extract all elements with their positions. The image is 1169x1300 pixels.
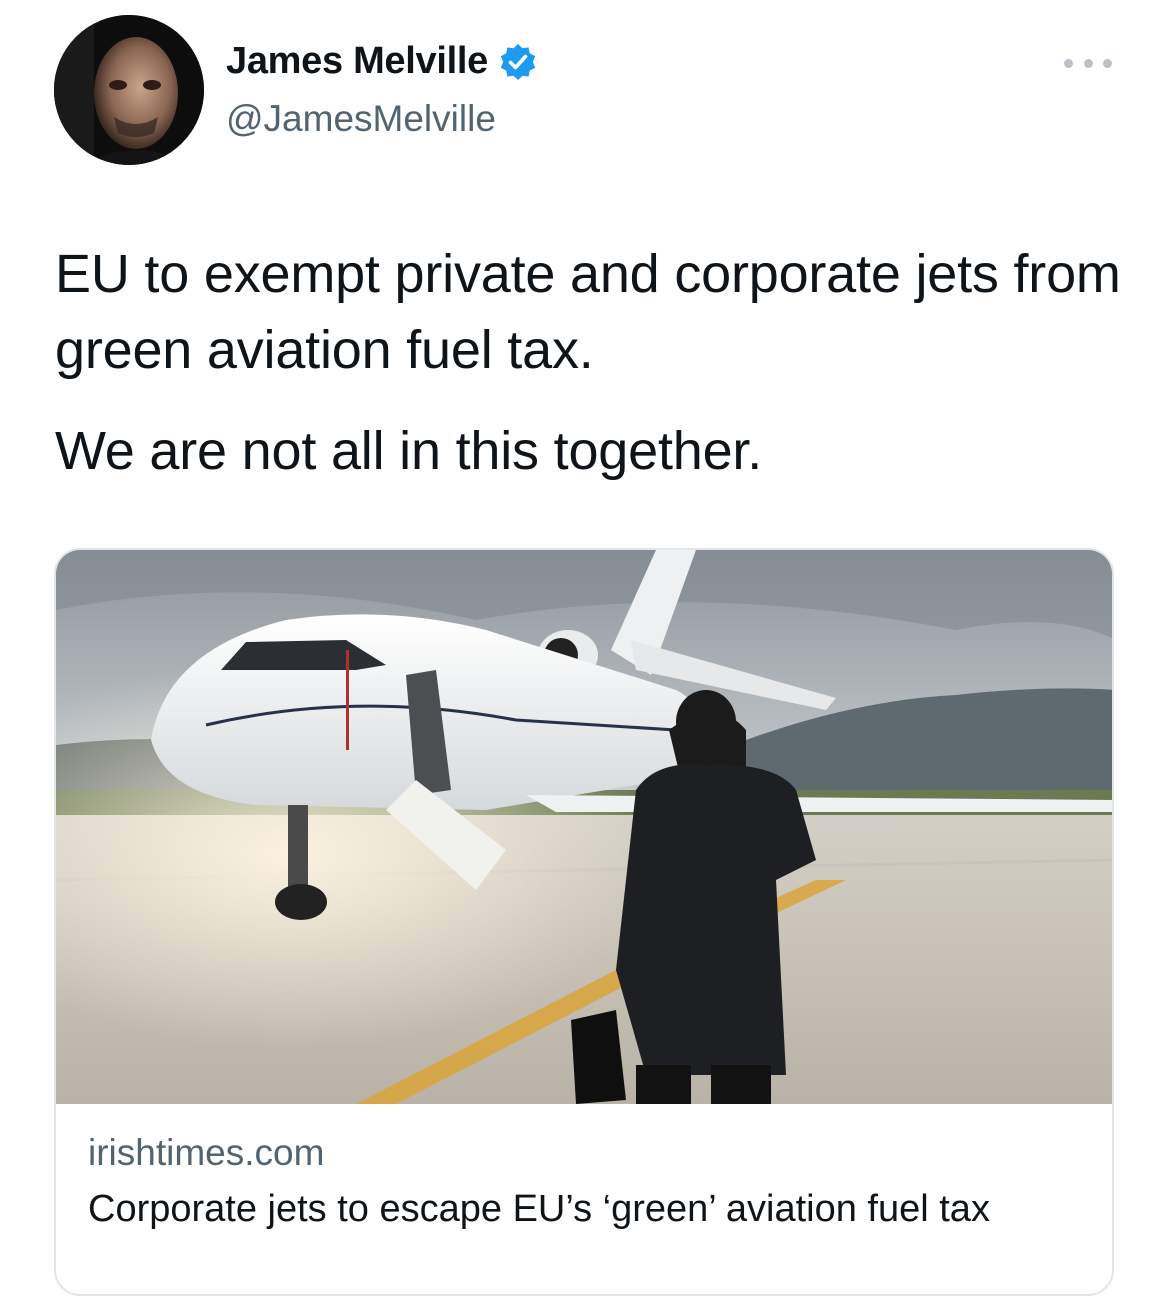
author-display-name[interactable]: James Melville	[226, 40, 488, 83]
tweet: James Melville @JamesMelville EU to exem…	[0, 0, 1169, 1300]
more-dot	[1083, 58, 1093, 68]
tweet-paragraph: We are not all in this together.	[55, 421, 763, 481]
verified-badge-icon	[500, 43, 536, 80]
author-handle[interactable]: @JamesMelville	[226, 98, 496, 140]
avatar[interactable]	[54, 15, 204, 165]
card-title[interactable]: Corporate jets to escape EU’s ‘green’ av…	[88, 1184, 1088, 1234]
avatar-image	[54, 15, 204, 165]
card-image[interactable]	[56, 550, 1112, 1104]
card-photo	[56, 550, 1112, 1104]
card-domain: irishtimes.com	[88, 1132, 325, 1173]
card-meta: irishtimes.com Corporate jets to escape …	[88, 1132, 1088, 1234]
author-name-row[interactable]: James Melville	[226, 40, 538, 83]
tweet-text: EU to exempt private and corporate jets …	[55, 236, 1135, 489]
more-dot	[1064, 58, 1073, 68]
link-card[interactable]: irishtimes.com Corporate jets to escape …	[54, 548, 1114, 1296]
tweet-paragraph: EU to exempt private and corporate jets …	[55, 244, 1121, 380]
more-dot	[1103, 58, 1112, 68]
more-options-icon[interactable]	[1064, 54, 1112, 72]
